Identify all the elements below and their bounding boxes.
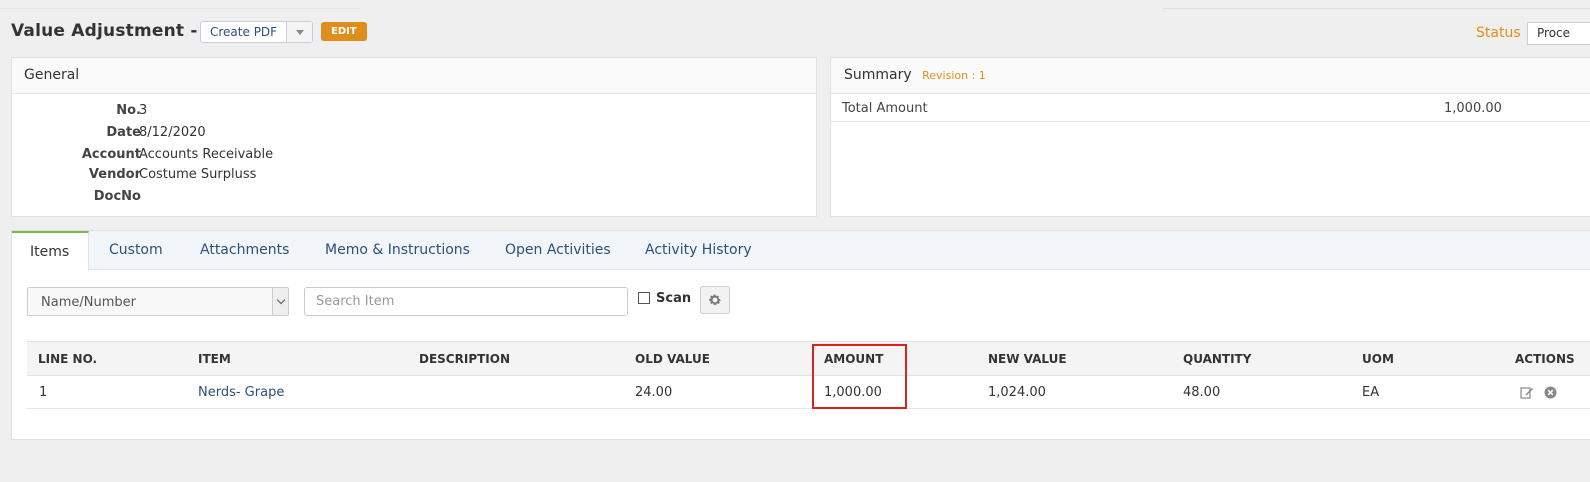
field-label: Date xyxy=(106,125,141,140)
column-header-description[interactable]: DESCRIPTION xyxy=(419,352,510,366)
tab-memo-instructions[interactable]: Memo & Instructions xyxy=(325,231,470,270)
create-pdf-button[interactable]: Create PDF xyxy=(201,22,286,42)
cell-item-link[interactable]: Nerds- Grape xyxy=(198,385,284,400)
field-vendor: Vendor Costume Surpluss xyxy=(12,167,312,187)
search-mode-select[interactable]: Name/Number xyxy=(27,287,289,316)
tab-activity-history[interactable]: Activity History xyxy=(645,231,752,270)
select-dropdown-button[interactable] xyxy=(272,288,288,315)
total-amount-value: 1,000.00 xyxy=(1444,101,1502,116)
field-label: Account xyxy=(81,147,141,162)
field-value: Accounts Receivable xyxy=(139,147,274,162)
create-pdf-button-group[interactable]: Create PDF xyxy=(200,21,314,43)
row-actions xyxy=(1520,386,1557,399)
status-label: Status xyxy=(1476,25,1521,41)
tab-open-activities[interactable]: Open Activities xyxy=(505,231,611,270)
column-header-quantity[interactable]: QUANTITY xyxy=(1183,352,1251,366)
gear-icon xyxy=(709,294,721,305)
grid-header: LINE NO. ITEM DESCRIPTION OLD VALUE AMOU… xyxy=(27,341,1590,376)
field-account: Account Accounts Receivable xyxy=(12,147,312,167)
cell-line-no: 1 xyxy=(39,385,48,400)
total-amount-label: Total Amount xyxy=(842,101,928,116)
field-label: DocNo xyxy=(93,189,141,204)
revision-label: Revision : 1 xyxy=(922,69,986,82)
scan-checkbox[interactable] xyxy=(638,292,650,304)
page-title: Value Adjustment - 3 xyxy=(11,21,216,41)
remove-icon[interactable] xyxy=(1544,386,1557,399)
summary-panel-header: Summary Revision : 1 xyxy=(831,58,1590,94)
tab-bar: Items Custom Attachments Memo & Instruct… xyxy=(12,231,1590,271)
edit-icon[interactable] xyxy=(1520,386,1534,399)
amount-highlight-box xyxy=(812,344,907,409)
field-value: 3 xyxy=(139,103,148,118)
cell-quantity: 48.00 xyxy=(1183,385,1221,400)
settings-button[interactable] xyxy=(700,286,730,314)
field-value: Costume Surpluss xyxy=(139,167,257,182)
cell-old-value: 24.00 xyxy=(635,385,673,400)
general-panel: General No. 3 Date 8/12/2020 Account Acc… xyxy=(11,57,817,217)
search-mode-value: Name/Number xyxy=(41,295,136,310)
cell-uom: EA xyxy=(1362,385,1380,400)
general-panel-title: General xyxy=(12,58,816,94)
chevron-down-icon xyxy=(276,295,285,305)
summary-total-row: Total Amount 1,000.00 xyxy=(831,96,1590,122)
tab-attachments[interactable]: Attachments xyxy=(200,231,289,270)
edit-button[interactable]: EDIT xyxy=(321,22,367,41)
column-header-old-value[interactable]: OLD VALUE xyxy=(635,352,710,366)
column-header-actions: ACTIONS xyxy=(1515,352,1575,366)
field-docno: DocNo xyxy=(12,189,312,209)
column-header-line-no[interactable]: LINE NO. xyxy=(38,352,97,366)
create-pdf-dropdown-button[interactable] xyxy=(286,22,313,42)
cell-new-value: 1,024.00 xyxy=(988,385,1046,400)
tab-custom[interactable]: Custom xyxy=(109,231,163,270)
field-value: 8/12/2020 xyxy=(139,125,206,140)
column-header-item[interactable]: ITEM xyxy=(198,352,231,366)
table-row: 1 Nerds- Grape 24.00 1,000.00 1,024.00 4… xyxy=(27,376,1590,409)
column-header-new-value[interactable]: NEW VALUE xyxy=(988,352,1067,366)
scan-label: Scan xyxy=(656,291,692,306)
header-divider xyxy=(0,8,360,9)
field-no: No. 3 xyxy=(12,103,312,123)
field-label: No. xyxy=(116,103,141,118)
field-label: Vendor xyxy=(88,167,141,182)
field-date: Date 8/12/2020 xyxy=(12,125,312,145)
caret-down-icon xyxy=(295,29,304,35)
search-item-input[interactable] xyxy=(305,288,627,315)
search-item-field[interactable] xyxy=(304,287,628,316)
summary-panel: Summary Revision : 1 Total Amount 1,000.… xyxy=(830,57,1590,217)
status-select[interactable]: Proce xyxy=(1527,22,1590,45)
summary-panel-title: Summary xyxy=(844,67,912,83)
column-header-uom[interactable]: UOM xyxy=(1362,352,1394,366)
header-divider-right xyxy=(1163,8,1590,9)
tab-items[interactable]: Items xyxy=(12,231,90,271)
items-panel: Items Custom Attachments Memo & Instruct… xyxy=(11,230,1590,440)
